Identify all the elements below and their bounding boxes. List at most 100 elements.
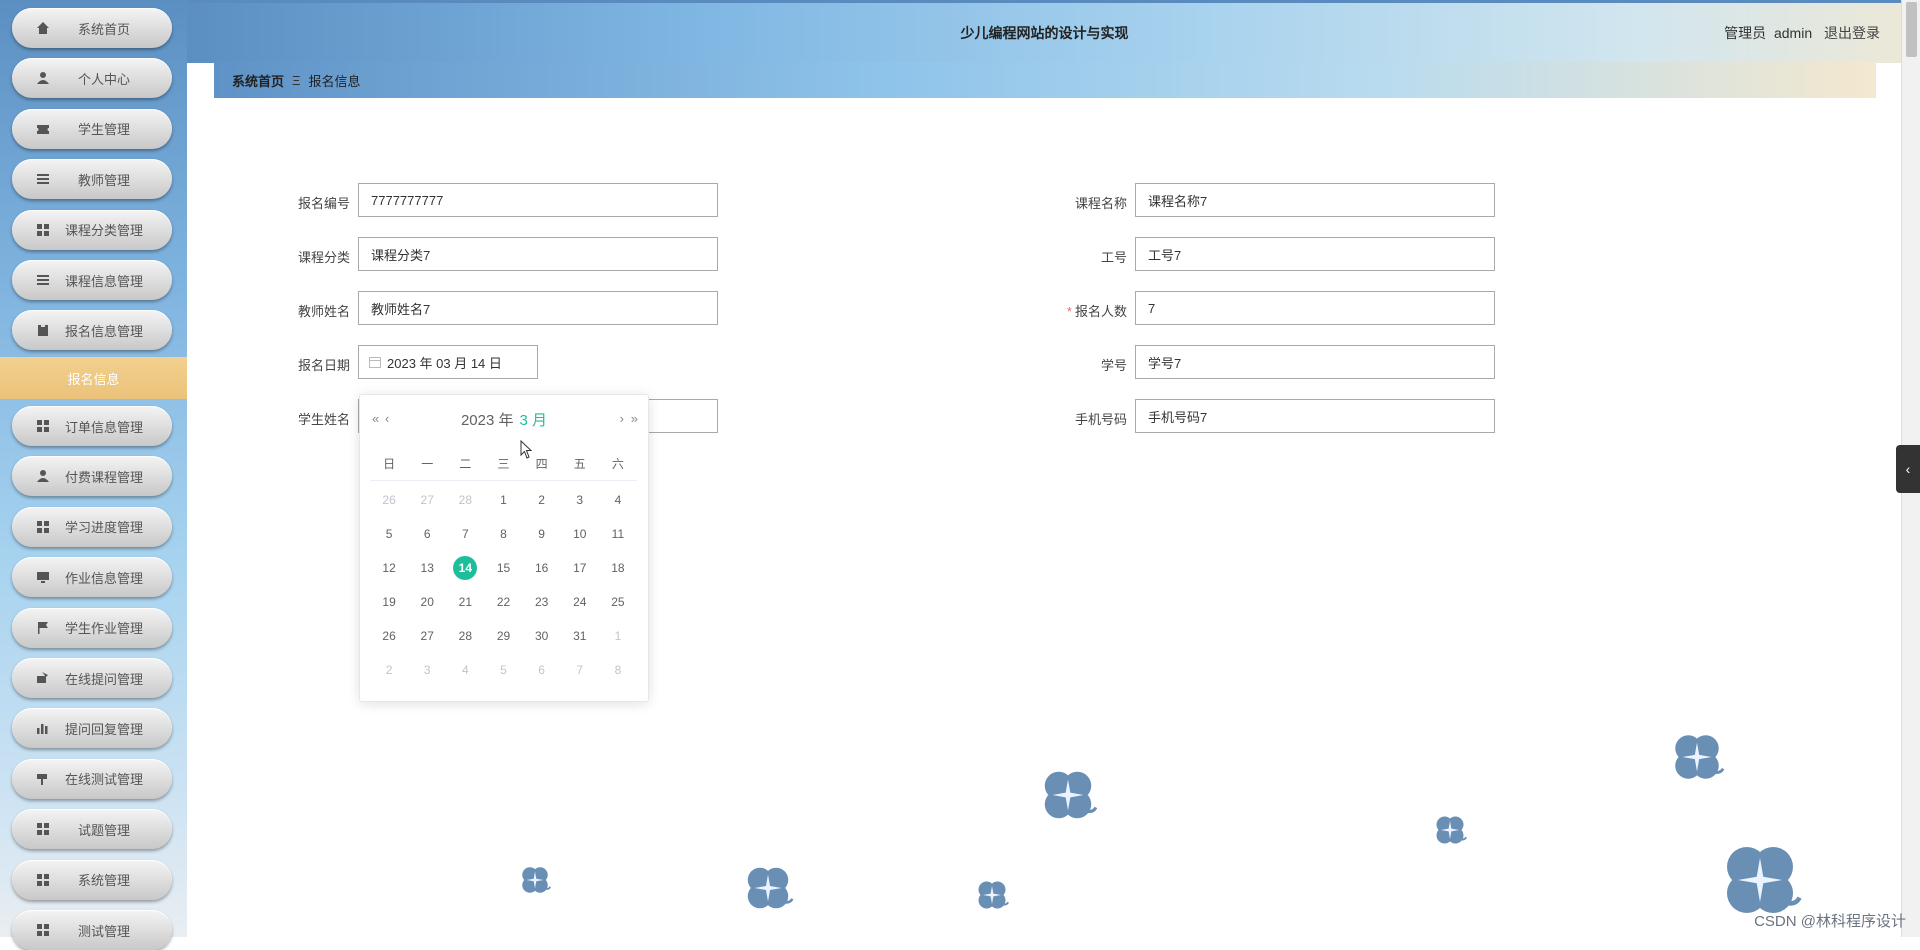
calendar-day[interactable]: 15: [484, 561, 522, 575]
calendar-year[interactable]: 2023 年: [461, 412, 514, 429]
calendar-day[interactable]: 24: [561, 595, 599, 609]
sidebar-item[interactable]: 系统首页: [12, 8, 172, 48]
phone-input[interactable]: [1135, 399, 1495, 433]
teacher-name-input[interactable]: [358, 291, 718, 325]
calendar-month[interactable]: 3 月: [520, 412, 548, 429]
sidebar-item-label: 试题管理: [77, 822, 130, 838]
sidebar-item[interactable]: 在线提问管理: [12, 658, 172, 698]
sidebar-item[interactable]: 付费课程管理: [12, 456, 172, 497]
home-icon: [36, 21, 50, 35]
user-icon: [36, 71, 50, 85]
user-role: 管理员: [1724, 25, 1767, 41]
sidebar-item[interactable]: 个人中心: [12, 58, 172, 99]
sidebar-item[interactable]: 在线测试管理: [12, 758, 172, 799]
signup-count-input[interactable]: [1135, 291, 1495, 325]
calendar-day[interactable]: 8: [484, 527, 522, 541]
sidebar-item-label: 在线测试管理: [64, 772, 143, 788]
sidebar-item[interactable]: 系统管理: [12, 859, 172, 900]
calendar-day[interactable]: 5: [370, 527, 408, 541]
calendar-day[interactable]: 18: [599, 561, 637, 575]
breadcrumb-home[interactable]: 系统首页: [232, 71, 284, 90]
calendar-day[interactable]: 7: [446, 527, 484, 541]
course-name-input[interactable]: [1135, 183, 1495, 217]
calendar-weekdays: 日一二三四五六: [370, 455, 637, 481]
label-signup-date: 报名日期: [297, 358, 350, 373]
logout-link[interactable]: 退出登录: [1824, 25, 1880, 41]
sidebar: 系统首页 个人中心 学生管理 教师管理 课程分类管理 课程信息管理 报名信息管理 报名信息 …: [0, 0, 187, 950]
calendar-day[interactable]: 22: [484, 595, 522, 609]
calendar-day[interactable]: 29: [484, 629, 522, 643]
list-icon: [36, 273, 50, 287]
calendar-day[interactable]: 10: [561, 527, 599, 541]
calendar-day[interactable]: 3: [408, 663, 446, 677]
calendar-day[interactable]: 6: [523, 663, 561, 677]
calendar-day[interactable]: 13: [408, 561, 446, 575]
calendar-day-selected[interactable]: 14: [446, 556, 484, 580]
calendar-title: 2023 年 3 月: [360, 409, 648, 430]
sidebar-item[interactable]: 学生管理: [12, 108, 172, 149]
signup-date-picker[interactable]: 2023 年 03 月 14 日: [358, 345, 538, 379]
calendar-day[interactable]: 21: [446, 595, 484, 609]
calendar-day[interactable]: 1: [599, 629, 637, 643]
student-no-input[interactable]: [1135, 345, 1495, 379]
sidebar-item[interactable]: 提问回复管理: [12, 708, 172, 749]
calendar-day[interactable]: 11: [599, 527, 637, 541]
calendar-day[interactable]: 4: [446, 663, 484, 677]
label-course-name: 课程名称: [1074, 196, 1127, 211]
course-category-input[interactable]: [358, 237, 718, 271]
breadcrumb-current: 报名信息: [308, 73, 361, 89]
next-month-button[interactable]: ›: [620, 411, 625, 426]
calendar-day[interactable]: 26: [370, 493, 408, 507]
sidebar-item[interactable]: 作业信息管理: [12, 557, 172, 598]
calendar-day[interactable]: 1: [484, 493, 522, 507]
sidebar-item[interactable]: 试题管理: [12, 809, 172, 850]
calendar-day[interactable]: 2: [523, 493, 561, 507]
calendar-day[interactable]: 8: [599, 663, 637, 677]
calendar-day[interactable]: 26: [370, 629, 408, 643]
sidebar-item[interactable]: 课程分类管理: [12, 209, 172, 250]
calendar-day[interactable]: 28: [446, 629, 484, 643]
sidebar-item[interactable]: 课程信息管理: [12, 260, 172, 300]
calendar-day[interactable]: 5: [484, 663, 522, 677]
sidebar-item[interactable]: 学习进度管理: [12, 506, 172, 547]
chevron-left-icon: ‹: [1905, 461, 1911, 477]
sidebar-item[interactable]: 学生作业管理: [12, 607, 172, 648]
calendar-day[interactable]: 30: [523, 629, 561, 643]
calendar-day[interactable]: 28: [446, 493, 484, 507]
staff-no-input[interactable]: [1135, 237, 1495, 271]
sidebar-item-label: 报名信息管理: [64, 323, 143, 339]
sidebar-item[interactable]: 订单信息管理: [12, 406, 172, 446]
signup-no-input[interactable]: [358, 183, 718, 217]
calendar-day[interactable]: 2: [370, 663, 408, 677]
sidebar-item[interactable]: 教师管理: [12, 159, 172, 200]
calendar-day[interactable]: 7: [561, 663, 599, 677]
sidebar-item-label: 系统管理: [77, 873, 130, 889]
side-panel-toggle[interactable]: ‹: [1896, 445, 1920, 493]
calendar-day[interactable]: 27: [408, 629, 446, 643]
calendar-day[interactable]: 16: [523, 561, 561, 575]
scrollbar-thumb[interactable]: [1906, 2, 1917, 57]
calendar-day[interactable]: 17: [561, 561, 599, 575]
calendar-day[interactable]: 20: [408, 595, 446, 609]
calendar-day[interactable]: 31: [561, 629, 599, 643]
calendar-day[interactable]: 25: [599, 595, 637, 609]
calendar-day[interactable]: 3: [561, 493, 599, 507]
calendar-day[interactable]: 9: [523, 527, 561, 541]
sidebar-item-label: 付费课程管理: [64, 469, 143, 485]
sidebar-item-active[interactable]: 报名信息: [0, 357, 187, 399]
calendar-day[interactable]: 4: [599, 493, 637, 507]
sidebar-item[interactable]: 测试管理: [12, 910, 172, 950]
sidebar-item[interactable]: 报名信息管理: [12, 310, 172, 351]
calendar-day[interactable]: 27: [408, 493, 446, 507]
hammer-icon: [36, 772, 50, 786]
calendar-day[interactable]: 12: [370, 561, 408, 575]
next-year-button[interactable]: »: [631, 411, 638, 426]
calendar-day[interactable]: 19: [370, 595, 408, 609]
calendar-day[interactable]: 6: [408, 527, 446, 541]
flower-decoration-icon: [1675, 735, 1725, 779]
flower-decoration-icon: [747, 867, 794, 909]
flower-decoration-icon: [978, 881, 1010, 909]
calendar-day[interactable]: 23: [523, 595, 561, 609]
date-picker-popup: « ‹ 2023 年3 月 › » 日一二三四五六 26 27 28 1 2 3 4 5 6 7 8…: [359, 394, 649, 702]
sidebar-item-label: 在线提问管理: [64, 671, 143, 687]
